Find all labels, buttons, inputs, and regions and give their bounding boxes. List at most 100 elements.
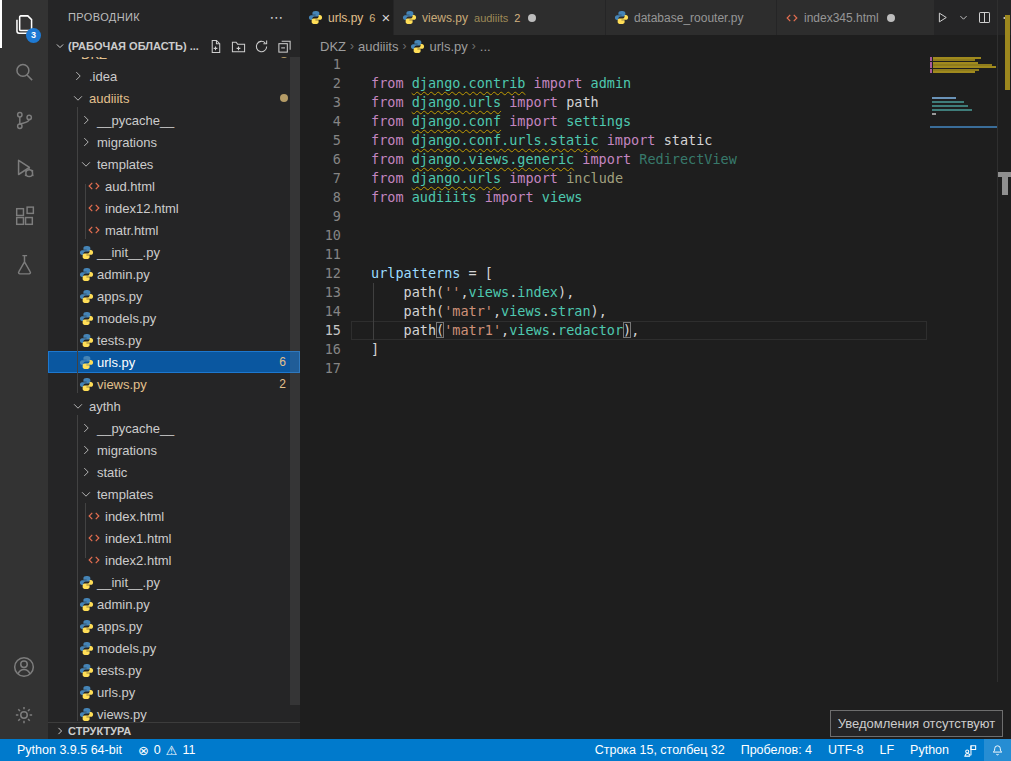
breadcrumb-item-DKZ[interactable]: DKZ bbox=[320, 39, 346, 54]
status-python-version[interactable]: Python 3.9.5 64-bit bbox=[9, 739, 130, 761]
tree-item-.idea[interactable]: .idea bbox=[48, 65, 300, 87]
chevron-down-icon bbox=[78, 157, 94, 171]
line-number: 16 bbox=[300, 340, 341, 359]
tree-indent-guide bbox=[85, 184, 86, 239]
tree-item-admin.py[interactable]: admin.py bbox=[48, 593, 300, 615]
code-editor[interactable]: 12from django.contrib import admin3from … bbox=[300, 55, 1011, 739]
status-indentation[interactable]: Пробелов: 4 bbox=[733, 739, 820, 761]
breadcrumb-item-urls.py[interactable]: urls.py bbox=[410, 39, 467, 54]
tree-item-migrations[interactable]: migrations bbox=[48, 439, 300, 461]
code-line-1: 1 bbox=[300, 55, 1011, 74]
activity-bar-item-testing[interactable] bbox=[0, 240, 48, 288]
tree-item-label: index2.html bbox=[105, 553, 171, 568]
python-icon bbox=[78, 377, 94, 392]
python-icon bbox=[78, 311, 94, 326]
tree-item-__init__.py[interactable]: __init__.py bbox=[48, 241, 300, 263]
tree-item-models.py[interactable]: models.py bbox=[48, 637, 300, 659]
settings-icon bbox=[11, 702, 37, 728]
tab-database_roouter.py[interactable]: database_roouter.py bbox=[606, 0, 777, 35]
explorer-more-icon[interactable]: ⋯ bbox=[270, 0, 284, 35]
refresh-icon[interactable] bbox=[254, 39, 269, 54]
minimap-mark bbox=[932, 101, 964, 103]
tree-item-views.py[interactable]: views.py bbox=[48, 703, 300, 722]
tree-item-urls.py[interactable]: urls.py6 bbox=[48, 351, 300, 373]
tree-item-DKZ[interactable]: DKZ bbox=[48, 57, 300, 65]
activity-bar-item-settings[interactable] bbox=[0, 691, 48, 739]
tree-item-templates[interactable]: templates bbox=[48, 153, 300, 175]
tree-item-tests.py[interactable]: tests.py bbox=[48, 329, 300, 351]
split-editor-icon[interactable] bbox=[977, 10, 992, 25]
tree-item-audiiits[interactable]: audiiits bbox=[48, 87, 300, 109]
code-line-9: 9 bbox=[300, 207, 1011, 226]
line-number: 17 bbox=[300, 359, 341, 378]
tree-item-aythh[interactable]: aythh bbox=[48, 395, 300, 417]
activity-bar-item-extensions[interactable] bbox=[0, 192, 48, 240]
activity-bar-item-search[interactable] bbox=[0, 48, 48, 96]
tree-item-urls.py[interactable]: urls.py bbox=[48, 681, 300, 703]
python-icon bbox=[410, 39, 425, 54]
tree-item-templates[interactable]: templates bbox=[48, 483, 300, 505]
tab-views.py[interactable]: views.pyaudiiits2 bbox=[394, 0, 606, 35]
feedback-icon[interactable] bbox=[957, 739, 984, 761]
tree-item-label: admin.py bbox=[97, 597, 150, 612]
status-language[interactable]: Python bbox=[902, 739, 957, 761]
tree-item-label: urls.py bbox=[97, 355, 135, 370]
tab-bar: urls.py6×views.pyaudiiits2database_roout… bbox=[300, 0, 1011, 35]
tree-item-apps.py[interactable]: apps.py bbox=[48, 285, 300, 307]
tree-item-__pycache__[interactable]: __pycache__ bbox=[48, 109, 300, 131]
tree-item-__init__.py[interactable]: __init__.py bbox=[48, 571, 300, 593]
tree-item-apps.py[interactable]: apps.py bbox=[48, 615, 300, 637]
tree-item-label: models.py bbox=[97, 641, 156, 656]
breadcrumb[interactable]: DKZ›audiiits›urls.py›... bbox=[300, 35, 1011, 57]
html-icon bbox=[86, 531, 102, 545]
close-icon[interactable]: × bbox=[381, 10, 390, 25]
tree-item-label: .idea bbox=[89, 69, 117, 84]
tree-item-label: matr.html bbox=[105, 223, 158, 238]
status-eol[interactable]: LF bbox=[871, 739, 902, 761]
breadcrumb-item-audiiits[interactable]: audiiits bbox=[358, 39, 398, 54]
status-encoding[interactable]: UTF-8 bbox=[820, 739, 871, 761]
tree-item-label: models.py bbox=[97, 311, 156, 326]
run-dropdown-icon[interactable] bbox=[959, 13, 968, 22]
activity-bar-item-account[interactable] bbox=[0, 643, 48, 691]
tree-item-admin.py[interactable]: admin.py bbox=[48, 263, 300, 285]
python-icon bbox=[308, 10, 323, 25]
tab-urls.py[interactable]: urls.py6× bbox=[300, 0, 394, 35]
minimap-mark bbox=[930, 71, 932, 73]
tree-item-label: index.html bbox=[105, 509, 164, 524]
tree-item-label: templates bbox=[97, 157, 153, 172]
status-problems[interactable]: ⊗0⚠11 bbox=[130, 739, 204, 761]
tree-item-__pycache__[interactable]: __pycache__ bbox=[48, 417, 300, 439]
tree-item-migrations[interactable]: migrations bbox=[48, 131, 300, 153]
status-cursor-position[interactable]: Строка 15, столбец 32 bbox=[587, 739, 733, 761]
tree-item-views.py[interactable]: views.py2 bbox=[48, 373, 300, 395]
new-file-icon[interactable] bbox=[208, 39, 223, 54]
activity-bar-item-source-control[interactable] bbox=[0, 96, 48, 144]
tree-item-models.py[interactable]: models.py bbox=[48, 307, 300, 329]
html-icon bbox=[86, 553, 102, 567]
ruler-mark bbox=[1005, 15, 1010, 90]
tree-item-tests.py[interactable]: tests.py bbox=[48, 659, 300, 681]
bell-icon[interactable] bbox=[984, 739, 1011, 761]
python-icon bbox=[78, 333, 94, 348]
run-icon[interactable] bbox=[935, 10, 950, 25]
code-line-16: 16] bbox=[300, 340, 1011, 359]
tree-item-label: index1.html bbox=[105, 531, 171, 546]
collapse-all-icon[interactable] bbox=[277, 39, 292, 54]
tree-item-static[interactable]: static bbox=[48, 461, 300, 483]
breadcrumb-item-...[interactable]: ... bbox=[480, 39, 491, 54]
tab-index345.html[interactable]: index345.html bbox=[777, 0, 935, 35]
html-icon bbox=[86, 223, 102, 237]
line-number: 12 bbox=[300, 264, 341, 283]
sidebar-scrollbar[interactable] bbox=[290, 57, 300, 705]
new-folder-icon[interactable] bbox=[231, 39, 246, 54]
activity-bar-item-explorer[interactable]: 3 bbox=[0, 0, 48, 48]
activity-bar-item-run-debug[interactable] bbox=[0, 144, 48, 192]
extensions-icon bbox=[12, 204, 37, 229]
minimap-mark bbox=[930, 59, 932, 61]
workspace-section-header[interactable]: (РАБОЧАЯ ОБЛАСТЬ) ... bbox=[48, 35, 300, 57]
outline-section-header[interactable]: СТРУКТУРА bbox=[48, 722, 300, 739]
minimap-mark bbox=[932, 113, 936, 115]
minimap[interactable] bbox=[930, 57, 997, 739]
chevron-right-icon bbox=[78, 421, 94, 435]
